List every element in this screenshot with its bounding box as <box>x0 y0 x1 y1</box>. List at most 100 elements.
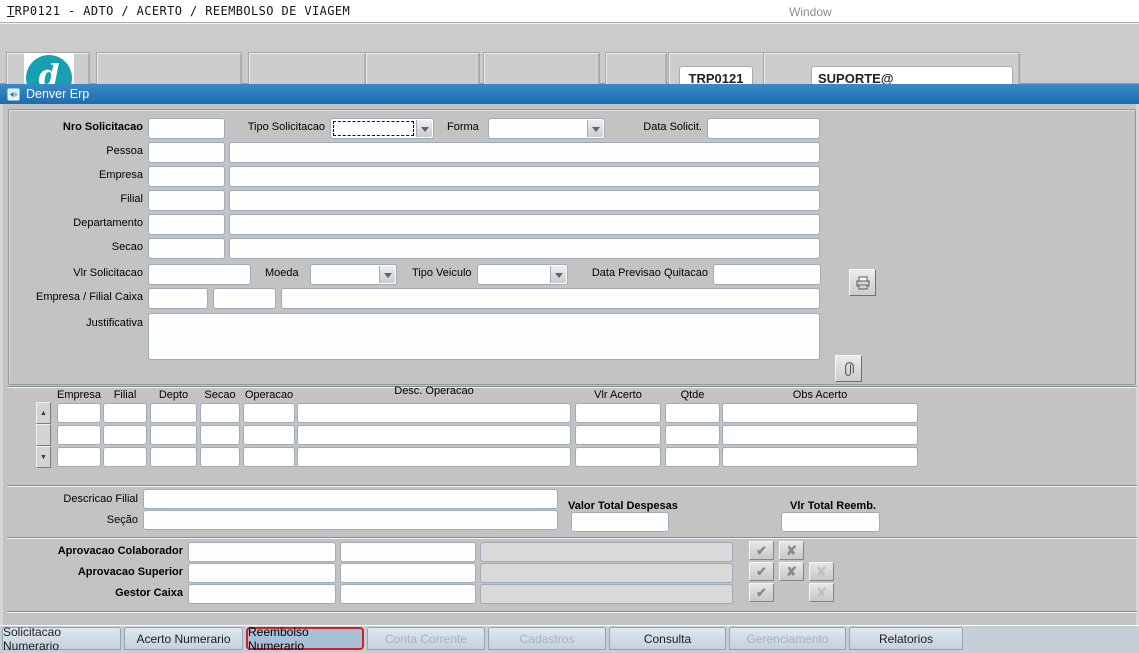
window-title: TRP0121 - ADTO / ACERTO / REEMBOLSO DE V… <box>7 4 350 18</box>
grid-cell[interactable] <box>297 403 571 423</box>
gestor-caixa-user-field[interactable] <box>188 584 336 604</box>
departamento-desc-field[interactable] <box>229 214 820 235</box>
grid-scroll-up-button[interactable]: ▲ <box>36 402 51 424</box>
gestor-caixa-date-field[interactable] <box>340 584 476 604</box>
grid-cell[interactable] <box>57 403 101 423</box>
valor-total-despesas-field[interactable] <box>571 512 669 532</box>
grid-cell[interactable] <box>243 403 295 423</box>
empresa-code-field[interactable] <box>148 166 225 187</box>
label-empresa-filial-caixa: Empresa / Filial Caixa <box>20 291 143 304</box>
gestor-caixa-cancel-button[interactable]: ✘ <box>809 583 834 602</box>
dropdown-arrow-button[interactable] <box>550 266 566 283</box>
caixa-desc-field[interactable] <box>281 288 820 309</box>
tab-reembolso-numerario[interactable]: Reembolso Numerario <box>246 627 364 650</box>
forma-dropdown[interactable] <box>488 118 605 139</box>
grid-cell[interactable] <box>103 403 147 423</box>
tab-consulta[interactable]: Consulta <box>609 627 726 650</box>
nro-solicitacao-field[interactable] <box>148 118 225 139</box>
moeda-dropdown[interactable] <box>310 264 397 285</box>
grid-cell[interactable] <box>200 403 240 423</box>
grid-cell[interactable] <box>103 425 147 445</box>
grid-cell[interactable] <box>200 425 240 445</box>
empresa-caixa-field[interactable] <box>148 288 208 309</box>
secao-desc-field[interactable] <box>229 238 820 259</box>
pessoa-code-field[interactable] <box>148 142 225 163</box>
scroll-up-icon: ▲ <box>40 410 47 417</box>
tab-gerenciamento[interactable]: Gerenciamento <box>729 627 846 650</box>
grid-cell[interactable] <box>665 447 720 467</box>
grid-cell[interactable] <box>722 403 918 423</box>
grid-cell[interactable] <box>103 447 147 467</box>
tipo-veiculo-dropdown[interactable] <box>477 264 568 285</box>
grid-header-vlr-acerto: Vlr Acerto <box>575 389 661 402</box>
grid-cell[interactable] <box>200 447 240 467</box>
grid-cell[interactable] <box>575 403 661 423</box>
grid-cell[interactable] <box>722 447 918 467</box>
grid-cell[interactable] <box>575 425 661 445</box>
dropdown-arrow-button[interactable] <box>416 120 432 137</box>
application-window: TRP0121 - ADTO / ACERTO / REEMBOLSO DE V… <box>0 0 1139 653</box>
grid-cell[interactable] <box>150 447 197 467</box>
tab-cadastros[interactable]: Cadastros <box>488 627 606 650</box>
aprovacao-colaborador-reject-button[interactable]: ✘ <box>779 541 804 560</box>
aprovacao-superior-date-field[interactable] <box>340 563 476 583</box>
grid-cell[interactable] <box>297 447 571 467</box>
grid-cell[interactable] <box>243 425 295 445</box>
aprovacao-superior-approve-button[interactable]: ✔ <box>749 562 774 581</box>
secao-code-field[interactable] <box>148 238 225 259</box>
grid-cell[interactable] <box>297 425 571 445</box>
app-title-bar: Denver Erp <box>0 84 1139 104</box>
aprovacao-colaborador-approve-button[interactable]: ✔ <box>749 541 774 560</box>
gestor-caixa-approve-button[interactable]: ✔ <box>749 583 774 602</box>
menu-item-window[interactable]: Window <box>789 5 832 19</box>
grid-cell[interactable] <box>57 425 101 445</box>
app-icon <box>7 88 21 101</box>
paperclip-icon <box>841 361 857 377</box>
tipo-solicitacao-dropdown[interactable] <box>330 118 434 139</box>
aprovacao-colaborador-user-field[interactable] <box>188 542 336 562</box>
justificativa-textarea[interactable] <box>148 313 820 360</box>
departamento-code-field[interactable] <box>148 214 225 235</box>
grid-scroll-thumb[interactable] <box>36 424 51 446</box>
grid-header-qtde: Qtde <box>665 389 720 402</box>
grid-scroll-down-button[interactable]: ▼ <box>36 446 51 468</box>
label-moeda: Moeda <box>265 267 299 280</box>
tab-solicitacao-numerario[interactable]: Solicitacao Numerario <box>2 627 121 650</box>
aprovacao-superior-reject-button[interactable]: ✘ <box>779 562 804 581</box>
aprovacao-colaborador-date-field[interactable] <box>340 542 476 562</box>
tab-conta-corrente[interactable]: Conta Corrente <box>367 627 485 650</box>
pessoa-desc-field[interactable] <box>229 142 820 163</box>
filial-desc-field[interactable] <box>229 190 820 211</box>
print-request-button[interactable] <box>849 269 876 296</box>
filial-caixa-field[interactable] <box>213 288 276 309</box>
grid-cell[interactable] <box>665 403 720 423</box>
grid-cell[interactable] <box>150 425 197 445</box>
dropdown-arrow-button[interactable] <box>379 266 395 283</box>
data-solicit-field[interactable] <box>707 118 820 139</box>
grid-cell[interactable] <box>575 447 661 467</box>
data-previsao-quitacao-field[interactable] <box>713 264 821 285</box>
section-divider <box>7 485 1137 487</box>
aprovacao-superior-user-field[interactable] <box>188 563 336 583</box>
attachment-button[interactable] <box>835 355 862 382</box>
label-gestor-caixa: Gestor Caixa <box>23 587 183 600</box>
descricao-filial-field[interactable] <box>143 489 558 509</box>
grid-cell[interactable] <box>722 425 918 445</box>
filial-code-field[interactable] <box>148 190 225 211</box>
tab-acerto-numerario[interactable]: Acerto Numerario <box>124 627 243 650</box>
aprovacao-superior-cancel-button[interactable]: ✘ <box>809 562 834 581</box>
label-data-previsao-quitacao: Data Previsao Quitacao <box>590 267 708 280</box>
secao-footer-field[interactable] <box>143 510 558 530</box>
vlr-total-reemb-field[interactable] <box>781 512 880 532</box>
label-forma: Forma <box>447 121 479 134</box>
grid-cell[interactable] <box>243 447 295 467</box>
grid-cell[interactable] <box>150 403 197 423</box>
app-title: Denver Erp <box>26 87 89 101</box>
grid-cell[interactable] <box>665 425 720 445</box>
empresa-desc-field[interactable] <box>229 166 820 187</box>
vlr-solicitacao-field[interactable] <box>148 264 251 285</box>
label-pessoa: Pessoa <box>20 145 143 158</box>
grid-cell[interactable] <box>57 447 101 467</box>
dropdown-arrow-button[interactable] <box>587 120 603 137</box>
tab-relatorios[interactable]: Relatorios <box>849 627 963 650</box>
